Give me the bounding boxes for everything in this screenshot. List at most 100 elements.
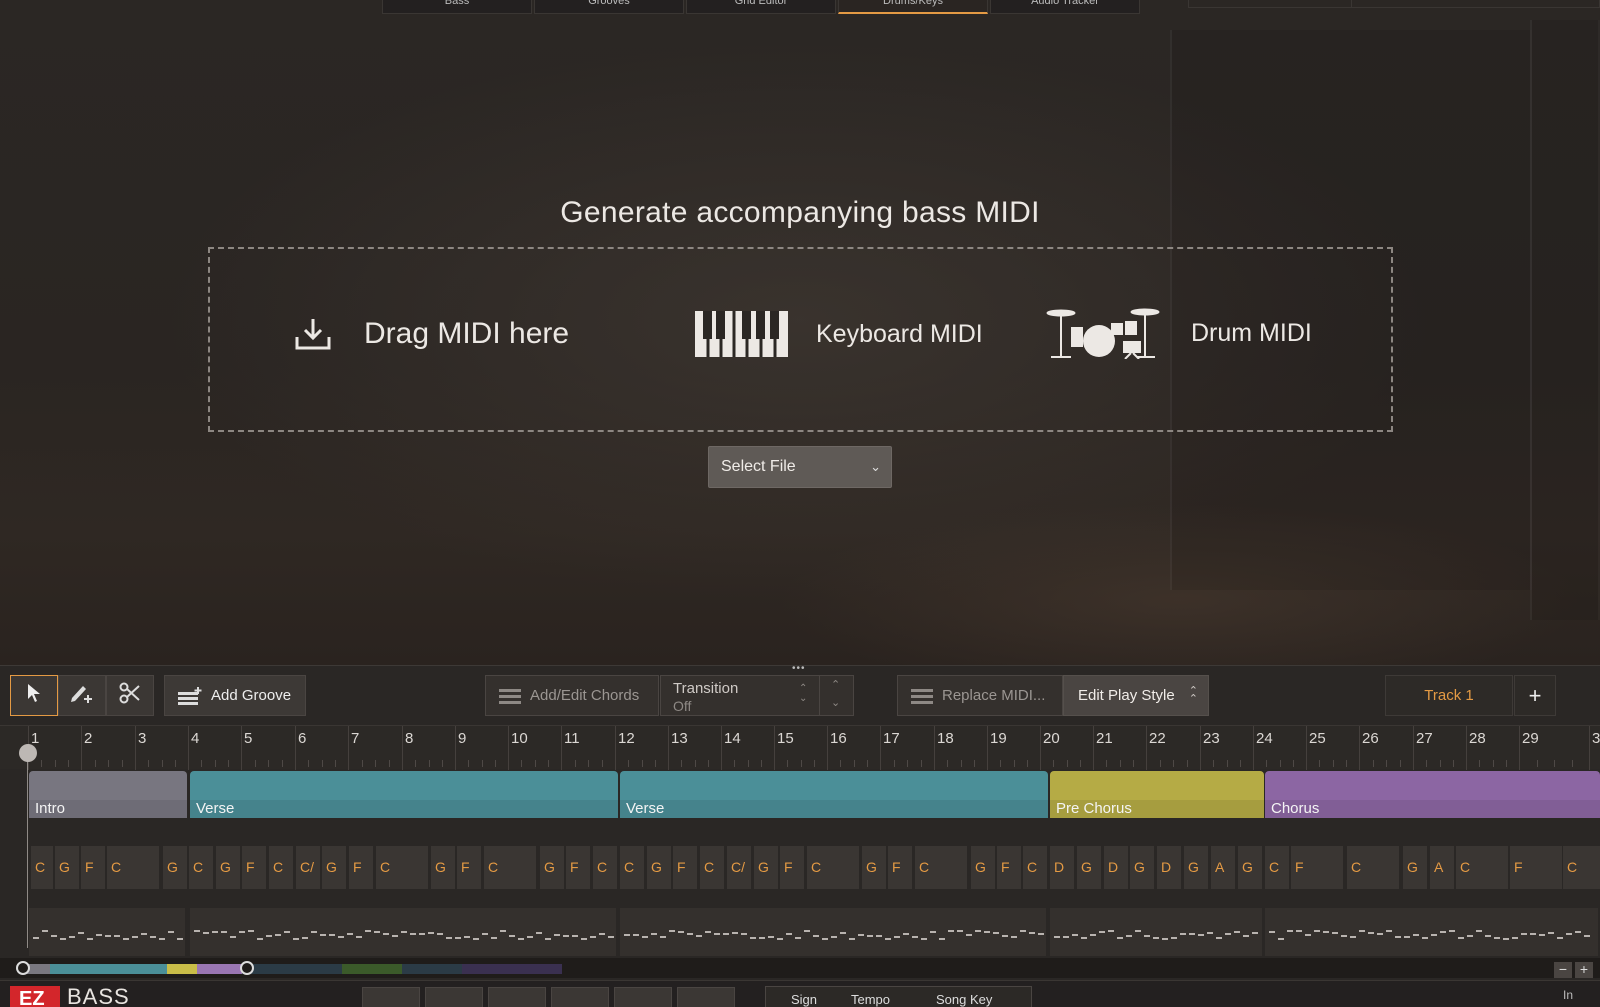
chord-block[interactable]: C: [1023, 846, 1047, 889]
chord-block[interactable]: F: [1291, 846, 1343, 889]
replace-midi-button[interactable]: Replace MIDI...: [897, 675, 1063, 716]
tab-grid-editor[interactable]: Grid Editor: [686, 0, 836, 14]
song-overview[interactable]: [22, 964, 562, 974]
draw-tool-button[interactable]: [58, 675, 106, 716]
metronome-button[interactable]: [677, 987, 735, 1007]
edit-play-style-button[interactable]: Edit Play Style ⌃ ⌃: [1063, 675, 1209, 716]
chord-block[interactable]: D: [1104, 846, 1128, 889]
tab-audio-tracker[interactable]: Audio Tracker: [990, 0, 1140, 14]
chord-block[interactable]: C/: [296, 846, 320, 889]
overview-end-handle[interactable]: [240, 961, 254, 975]
timeline-ruler[interactable]: 1 2 3 4 5 6 7 8 9 10 11 12 13 14 15 16 17 18 19 20 21 22 23 24 2…: [0, 725, 1600, 770]
section-block[interactable]: Intro: [29, 771, 187, 818]
midi-drop-zone[interactable]: Drag MIDI here Keyboard MIDI Drum MIDI: [208, 247, 1393, 432]
playhead-handle[interactable]: [19, 744, 37, 762]
play-button[interactable]: [488, 987, 546, 1007]
record-button[interactable]: [551, 987, 609, 1007]
chord-block[interactable]: F: [997, 846, 1021, 889]
transition-stepper[interactable]: ⌃ ⌄: [819, 676, 853, 715]
chord-block[interactable]: A: [1211, 846, 1235, 889]
midi-pattern-block[interactable]: [1050, 908, 1262, 956]
top-right-controls[interactable]: [1188, 0, 1600, 8]
timeline-scrollbar[interactable]: − +: [0, 958, 1600, 978]
chord-block[interactable]: C: [593, 846, 617, 889]
bar-number: 9: [458, 730, 467, 747]
chord-block[interactable]: F: [566, 846, 590, 889]
split-tool-button[interactable]: [106, 675, 154, 716]
midi-pattern-block[interactable]: [190, 908, 616, 956]
chord-block[interactable]: G: [1403, 846, 1427, 889]
chord-block[interactable]: G: [540, 846, 564, 889]
drum-midi-item[interactable]: Drum MIDI: [1045, 307, 1312, 359]
section-block[interactable]: Chorus: [1265, 771, 1600, 818]
midi-pattern-block[interactable]: [29, 908, 185, 956]
chord-block[interactable]: G: [1238, 846, 1262, 889]
chord-block[interactable]: F: [242, 846, 266, 889]
keyboard-midi-item[interactable]: Keyboard MIDI: [695, 311, 983, 357]
chord-block[interactable]: G: [55, 846, 79, 889]
chord-block[interactable]: G: [971, 846, 995, 889]
chord-block[interactable]: C: [1347, 846, 1399, 889]
chord-block[interactable]: F: [673, 846, 697, 889]
chord-block[interactable]: F: [780, 846, 804, 889]
chord-block[interactable]: C: [1265, 846, 1289, 889]
chord-block[interactable]: F: [1510, 846, 1562, 889]
section-block[interactable]: Pre Chorus: [1050, 771, 1264, 818]
chord-block[interactable]: C: [1563, 846, 1600, 889]
zoom-out-button[interactable]: −: [1554, 962, 1572, 978]
tab-bass[interactable]: Bass: [382, 0, 532, 14]
zoom-in-button[interactable]: +: [1575, 962, 1593, 978]
section-block[interactable]: Verse: [190, 771, 618, 818]
chord-block[interactable]: C: [807, 846, 859, 889]
transition-selector[interactable]: Transition Off ⌃ ⌄ ⌃ ⌄: [660, 675, 854, 716]
overview-start-handle[interactable]: [16, 961, 30, 975]
chord-block[interactable]: C: [189, 846, 213, 889]
add-groove-button[interactable]: Add Groove: [164, 675, 306, 716]
section-block[interactable]: Verse: [620, 771, 1048, 818]
chord-block[interactable]: G: [647, 846, 671, 889]
chord-block[interactable]: D: [1157, 846, 1181, 889]
chord-block[interactable]: G: [322, 846, 346, 889]
chevron-up-icon[interactable]: ⌃: [831, 678, 840, 691]
chord-block[interactable]: F: [81, 846, 105, 889]
chord-block[interactable]: G: [1184, 846, 1208, 889]
chord-block[interactable]: C: [484, 846, 536, 889]
add-edit-chords-button[interactable]: Add/Edit Chords: [485, 675, 659, 716]
chord-block[interactable]: C: [376, 846, 428, 889]
chord-block[interactable]: C: [1456, 846, 1508, 889]
chord-block[interactable]: C: [620, 846, 644, 889]
chord-block[interactable]: G: [754, 846, 778, 889]
tab-drums-keys[interactable]: Drums/Keys: [838, 0, 988, 14]
chord-block[interactable]: C: [269, 846, 293, 889]
chord-block[interactable]: F: [888, 846, 912, 889]
chord-block[interactable]: G: [163, 846, 187, 889]
chord-block[interactable]: G: [1077, 846, 1101, 889]
select-tool-button[interactable]: [10, 675, 58, 716]
select-file-dropdown[interactable]: Select File ⌄: [708, 446, 892, 488]
midi-pattern-block[interactable]: [1265, 908, 1598, 956]
chord-block[interactable]: F: [457, 846, 481, 889]
track-tab[interactable]: Track 1: [1385, 675, 1513, 716]
add-track-button[interactable]: +: [1514, 675, 1556, 716]
stop-button[interactable]: [425, 987, 483, 1007]
chord-block[interactable]: F: [349, 846, 373, 889]
chord-block[interactable]: C: [700, 846, 724, 889]
chord-block[interactable]: G: [862, 846, 886, 889]
midi-pattern-block[interactable]: [620, 908, 1046, 956]
chord-block[interactable]: G: [216, 846, 240, 889]
chord-block[interactable]: C: [31, 846, 53, 889]
beat-tick: [214, 760, 216, 767]
chord-block[interactable]: C: [915, 846, 967, 889]
chevron-down-icon[interactable]: ⌄: [831, 696, 840, 709]
beat-tick: [281, 760, 283, 767]
chord-block[interactable]: C: [107, 846, 159, 889]
chord-block[interactable]: G: [431, 846, 455, 889]
chord-block[interactable]: G: [1130, 846, 1154, 889]
tab-grooves[interactable]: Grooves: [534, 0, 684, 14]
chord-block[interactable]: D: [1050, 846, 1074, 889]
chord-block[interactable]: A: [1430, 846, 1454, 889]
song-settings[interactable]: Sign Tempo Song Key: [765, 986, 1032, 1007]
loop-button[interactable]: [614, 987, 672, 1007]
transport-button-1[interactable]: [362, 987, 420, 1007]
chord-block[interactable]: C/: [727, 846, 751, 889]
